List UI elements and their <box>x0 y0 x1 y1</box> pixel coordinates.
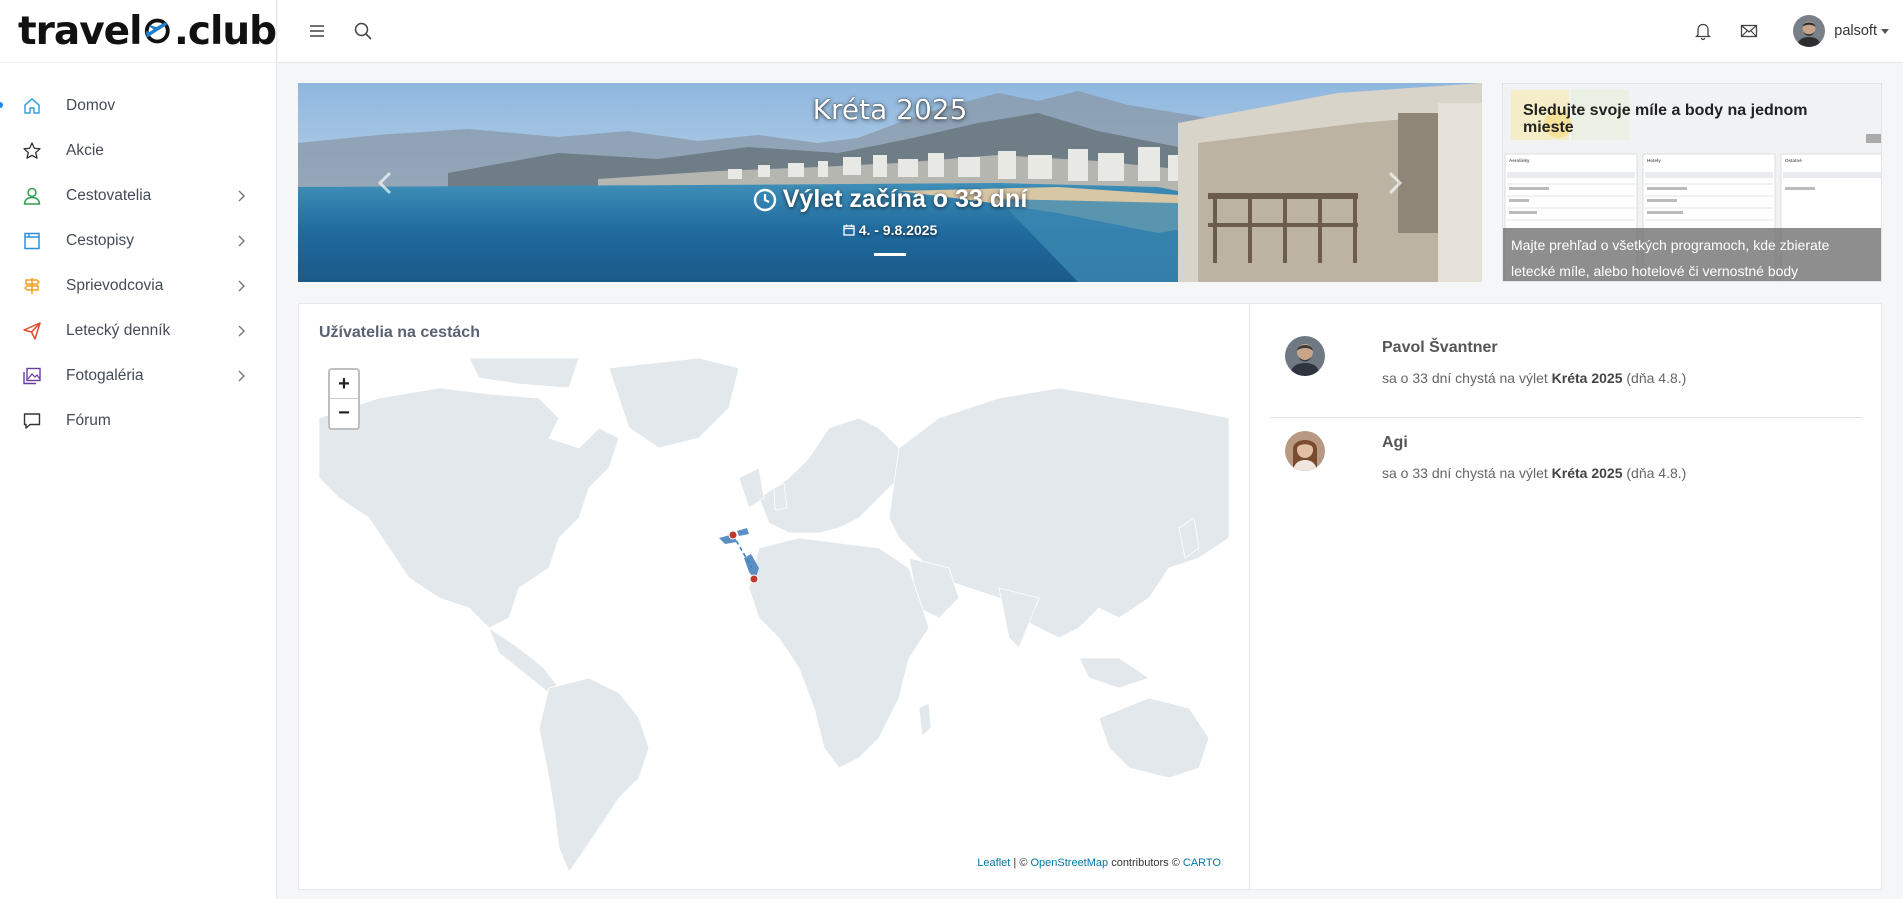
envelope-icon[interactable] <box>1739 21 1759 41</box>
carousel-dates: 4. - 9.8.2025 <box>298 222 1482 238</box>
traveler-name[interactable]: Pavol Švantner <box>1382 339 1498 357</box>
sidebar-nav: Domov Akcie Cestovatelia Cestopisy Sprie… <box>0 63 276 443</box>
logo-text-prefix: travel <box>18 8 142 54</box>
book-icon <box>22 231 42 251</box>
sidebar-item-akcie[interactable]: Akcie <box>0 128 276 173</box>
trip-date: (dňa 4.8.) <box>1622 370 1687 386</box>
chevron-right-icon <box>238 190 245 201</box>
mini-header-airlines: Aerolinky <box>1509 158 1530 163</box>
carousel-countdown: Výlet začína o 33 dní <box>298 185 1482 214</box>
avatar <box>1285 336 1325 376</box>
panel-title: Užívatelia na cestách <box>319 324 480 341</box>
gallery-icon <box>22 366 42 386</box>
chevron-right-icon <box>238 280 245 291</box>
sidebar-item-fotogaleria[interactable]: Fotogaléria <box>0 353 276 398</box>
logo[interactable]: travel .club <box>0 0 277 63</box>
chevron-right-icon <box>238 325 245 336</box>
world-map-tiles <box>319 358 1229 872</box>
travelers-panel: Užívatelia na cestách + − Leaflet | © Op… <box>298 303 1882 891</box>
paper-plane-icon <box>22 321 42 341</box>
sidebar-item-label: Letecký denník <box>66 321 171 339</box>
zoom-in-button[interactable]: + <box>330 370 358 399</box>
trip-description: sa o 33 dní chystá na výlet Kréta 2025 (… <box>1382 370 1686 386</box>
trip-desc-text: sa o 33 dní chystá na výlet <box>1382 370 1552 386</box>
attribution-sep: | © <box>1010 857 1031 869</box>
promo-title: Sledujte svoje míle a body na jednom mie… <box>1523 102 1808 136</box>
username: palsoft <box>1834 23 1877 39</box>
search-icon[interactable] <box>353 21 373 41</box>
trip-date: (dňa 4.8.) <box>1622 465 1687 481</box>
sidebar-item-cestopisy[interactable]: Cestopisy <box>0 218 276 263</box>
sidebar-item-label: Fórum <box>66 411 111 429</box>
carousel-indicator[interactable] <box>874 253 906 256</box>
sidebar-item-sprievodcovia[interactable]: Sprievodcovia <box>0 263 276 308</box>
avatar <box>1793 15 1826 47</box>
carto-link[interactable]: CARTO <box>1183 857 1221 869</box>
carousel-trip-title: Kréta 2025 <box>812 93 968 126</box>
sidebar-item-label: Fotogaléria <box>66 366 144 384</box>
promo-card[interactable]: Aerolinky Hotely Ostatné Sledujte svoje … <box>1502 83 1882 282</box>
trip-link[interactable]: Kréta 2025 <box>1552 465 1623 481</box>
trip-link[interactable]: Kréta 2025 <box>1552 370 1623 386</box>
hamburger-menu-icon[interactable] <box>307 21 327 41</box>
sidebar: travel .club Domov Akcie Cestovatelia Ces… <box>0 0 277 899</box>
clock-icon <box>753 188 776 211</box>
zoom-out-button[interactable]: − <box>330 399 358 428</box>
avatar <box>1285 431 1325 471</box>
carousel-prev-arrow-icon[interactable] <box>374 169 398 197</box>
map-attribution: Leaflet | © OpenStreetMap contributors ©… <box>975 857 1223 869</box>
promo-caption: Majte prehľad o všetkých programoch, kde… <box>1503 228 1881 281</box>
trip-description: sa o 33 dní chystá na výlet Kréta 2025 (… <box>1382 465 1686 481</box>
bell-icon[interactable] <box>1693 21 1713 41</box>
user-icon <box>22 186 42 206</box>
carousel-next-arrow-icon[interactable] <box>1382 169 1406 197</box>
calendar-icon <box>843 224 855 236</box>
chevron-right-icon <box>238 370 245 381</box>
leaflet-link[interactable]: Leaflet <box>977 857 1010 869</box>
airplane-logo-icon <box>145 18 171 44</box>
sidebar-item-letecky-dennik[interactable]: Letecký denník <box>0 308 276 353</box>
mini-header-hotels: Hotely <box>1647 158 1661 163</box>
panel-divider <box>1249 304 1250 891</box>
star-icon <box>22 141 42 161</box>
mini-header-other: Ostatné <box>1785 158 1802 163</box>
sidebar-item-label: Akcie <box>66 141 104 159</box>
attribution-contributors: contributors © <box>1108 857 1183 869</box>
openstreetmap-link[interactable]: OpenStreetMap <box>1030 857 1108 869</box>
chevron-right-icon <box>238 235 245 246</box>
countdown-text: Výlet začína o 33 dní <box>782 185 1028 213</box>
sidebar-item-label: Cestovatelia <box>66 186 152 204</box>
world-map[interactable]: + − Leaflet | © OpenStreetMap contributo… <box>319 358 1229 872</box>
map-zoom-control: + − <box>328 368 360 430</box>
sidebar-item-domov[interactable]: Domov <box>0 83 276 128</box>
comment-icon <box>22 411 42 431</box>
home-icon <box>22 96 42 116</box>
sidebar-item-label: Sprievodcovia <box>66 276 164 294</box>
trip-divider <box>1270 417 1862 418</box>
trip-dates: 4. - 9.8.2025 <box>858 222 938 238</box>
caret-down-icon <box>1881 28 1889 34</box>
top-bar: palsoft <box>278 0 1903 63</box>
logo-text-suffix: .club <box>174 8 277 54</box>
sidebar-item-label: Domov <box>66 96 116 114</box>
sidebar-item-forum[interactable]: Fórum <box>0 398 276 443</box>
sidebar-item-cestovatelia[interactable]: Cestovatelia <box>0 173 276 218</box>
sidebar-item-label: Cestopisy <box>66 231 135 249</box>
traveler-name[interactable]: Agi <box>1382 434 1408 452</box>
signpost-icon <box>22 276 42 296</box>
user-menu[interactable]: palsoft <box>1793 15 1889 47</box>
trip-desc-text: sa o 33 dní chystá na výlet <box>1382 465 1552 481</box>
trip-carousel[interactable]: Kréta 2025 Výlet začína o 33 dní 4. - 9.… <box>298 83 1482 282</box>
